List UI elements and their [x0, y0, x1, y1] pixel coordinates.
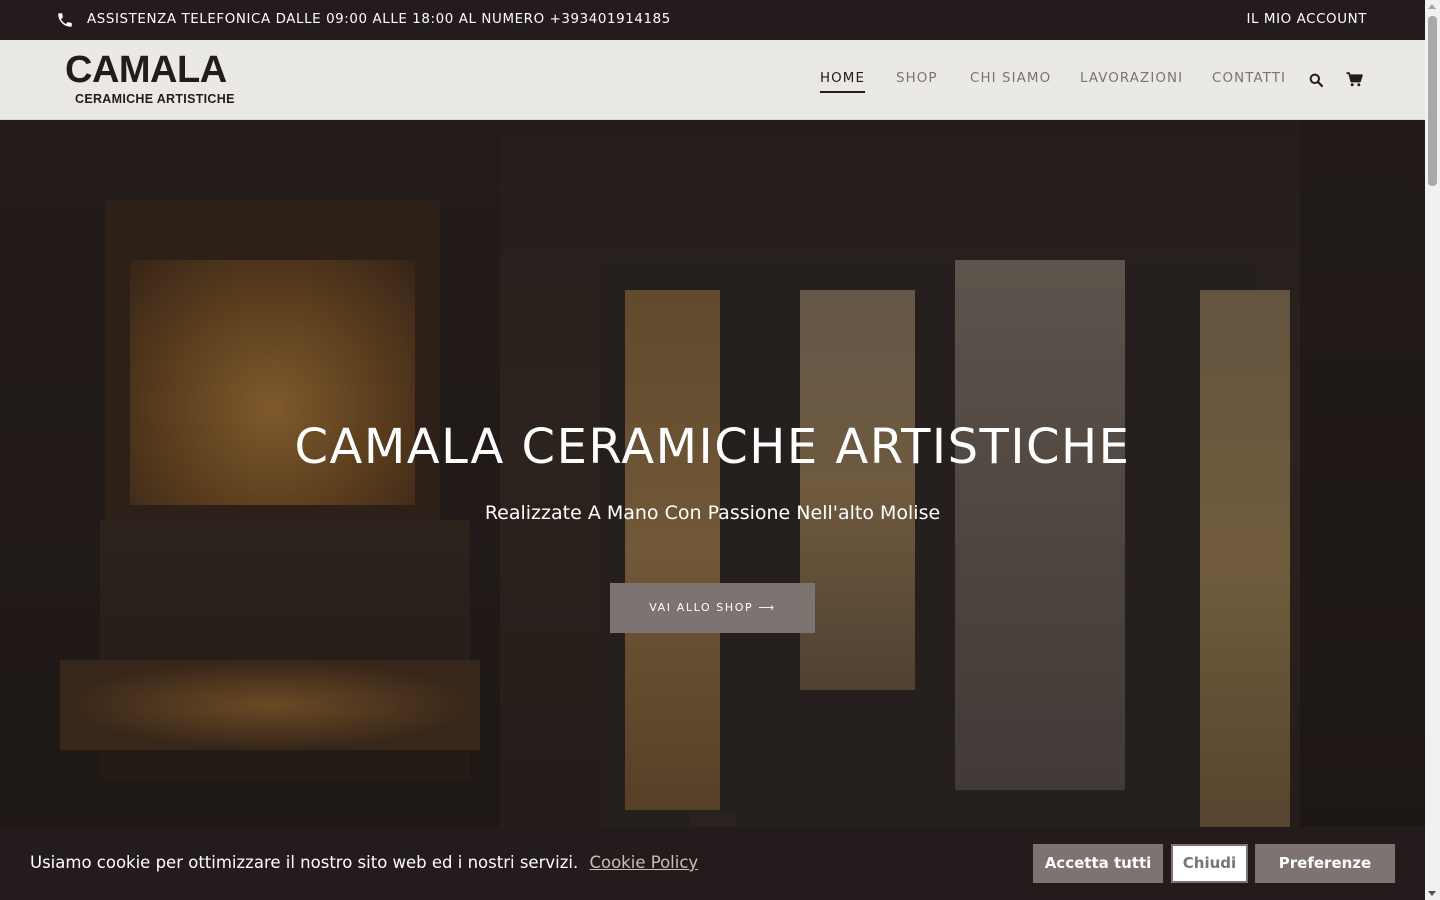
cookie-policy-link[interactable]: Cookie Policy: [589, 853, 698, 872]
support-hours-text: ASSISTENZA TELEFONICA DALLE 09:00 ALLE 1…: [87, 12, 671, 27]
nav-item-chi-siamo[interactable]: CHI SIAMO: [970, 71, 1051, 86]
nav-item-lavorazioni[interactable]: LAVORAZIONI: [1080, 71, 1183, 86]
cookie-message: Usiamo cookie per ottimizzare il nostro …: [30, 853, 579, 872]
top-info-bar: ASSISTENZA TELEFONICA DALLE 09:00 ALLE 1…: [0, 0, 1425, 40]
page-scrollbar[interactable]: [1425, 0, 1440, 900]
nav-item-contatti[interactable]: CONTATTI: [1212, 71, 1286, 86]
nav-item-home[interactable]: HOME: [820, 71, 866, 93]
phone-icon: [58, 13, 72, 27]
scroll-down-icon[interactable]: [1428, 891, 1436, 896]
cookie-message-row: Usiamo cookie per ottimizzare il nostro …: [30, 853, 698, 872]
nav-item-shop[interactable]: SHOP: [896, 71, 938, 86]
cart-icon[interactable]: [1346, 72, 1363, 87]
close-cookie-button[interactable]: Chiudi: [1171, 844, 1248, 883]
hero-section: CAMALA CERAMICHE ARTISTICHE Realizzate A…: [0, 120, 1425, 900]
cookie-banner: Usiamo cookie per ottimizzare il nostro …: [0, 827, 1425, 900]
site-header: CAMALA CERAMICHE ARTISTICHE HOME SHOP CH…: [0, 40, 1425, 120]
logo-subtitle: CERAMICHE ARTISTICHE: [75, 92, 235, 106]
my-account-link[interactable]: IL MIO ACCOUNT: [1246, 12, 1367, 27]
scroll-up-icon[interactable]: [1428, 4, 1436, 9]
hero-subtitle: Realizzate A Mano Con Passione Nell'alto…: [484, 502, 941, 524]
shop-cta-button[interactable]: VAI ALLO SHOP ⟶: [610, 583, 815, 633]
main-nav: HOME SHOP CHI SIAMO LAVORAZIONI CONTATTI: [0, 71, 1425, 93]
accept-all-button[interactable]: Accetta tutti: [1033, 844, 1163, 883]
search-icon[interactable]: [1309, 73, 1323, 87]
cookie-preferences-button[interactable]: Preferenze: [1255, 844, 1395, 883]
scrollbar-thumb[interactable]: [1428, 16, 1437, 186]
hero-title: CAMALA CERAMICHE ARTISTICHE: [294, 419, 1131, 475]
